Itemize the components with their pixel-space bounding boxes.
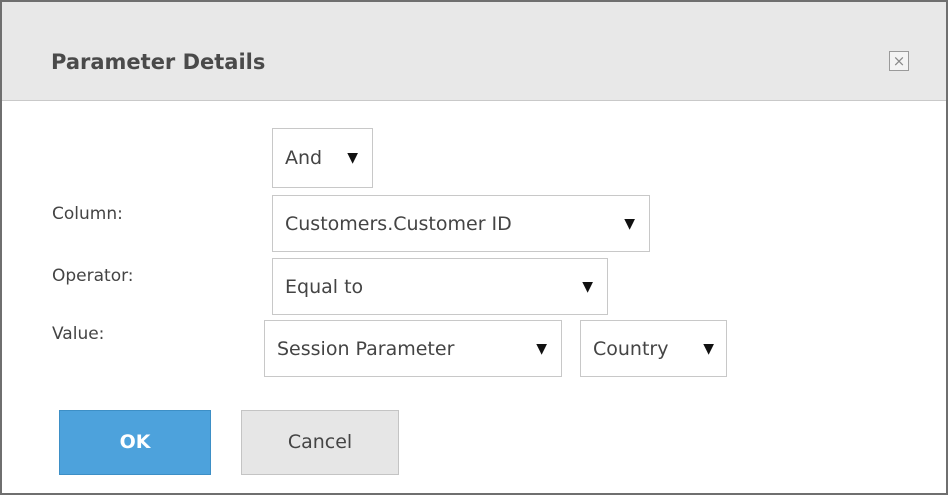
- operator-label: Operator:: [52, 266, 134, 286]
- dialog-title: Parameter Details: [51, 50, 266, 74]
- session-parameter-select[interactable]: Country ▼: [580, 320, 727, 377]
- close-icon: ×: [892, 52, 906, 70]
- chevron-down-icon: ▼: [536, 340, 547, 357]
- operator-select[interactable]: Equal to ▼: [272, 258, 608, 315]
- operator-select-value: Equal to: [285, 275, 364, 298]
- column-select-value: Customers.Customer ID: [285, 212, 512, 235]
- parameter-details-dialog: Parameter Details × And ▼ Column: Custom…: [0, 0, 948, 495]
- value-label: Value:: [52, 324, 105, 344]
- cancel-button[interactable]: Cancel: [241, 410, 399, 475]
- column-label: Column:: [52, 204, 123, 224]
- ok-button[interactable]: OK: [59, 410, 211, 475]
- close-button[interactable]: ×: [889, 51, 909, 71]
- session-parameter-select-value: Country: [593, 337, 669, 360]
- dialog-title-bar: Parameter Details ×: [2, 2, 946, 101]
- conjunction-select[interactable]: And ▼: [272, 128, 373, 188]
- chevron-down-icon: ▼: [582, 278, 593, 295]
- chevron-down-icon: ▼: [703, 340, 714, 357]
- column-select[interactable]: Customers.Customer ID ▼: [272, 195, 650, 252]
- conjunction-select-value: And: [285, 147, 323, 169]
- value-source-select[interactable]: Session Parameter ▼: [264, 320, 562, 377]
- chevron-down-icon: ▼: [624, 215, 635, 232]
- chevron-down-icon: ▼: [347, 150, 358, 166]
- value-source-select-value: Session Parameter: [277, 337, 455, 360]
